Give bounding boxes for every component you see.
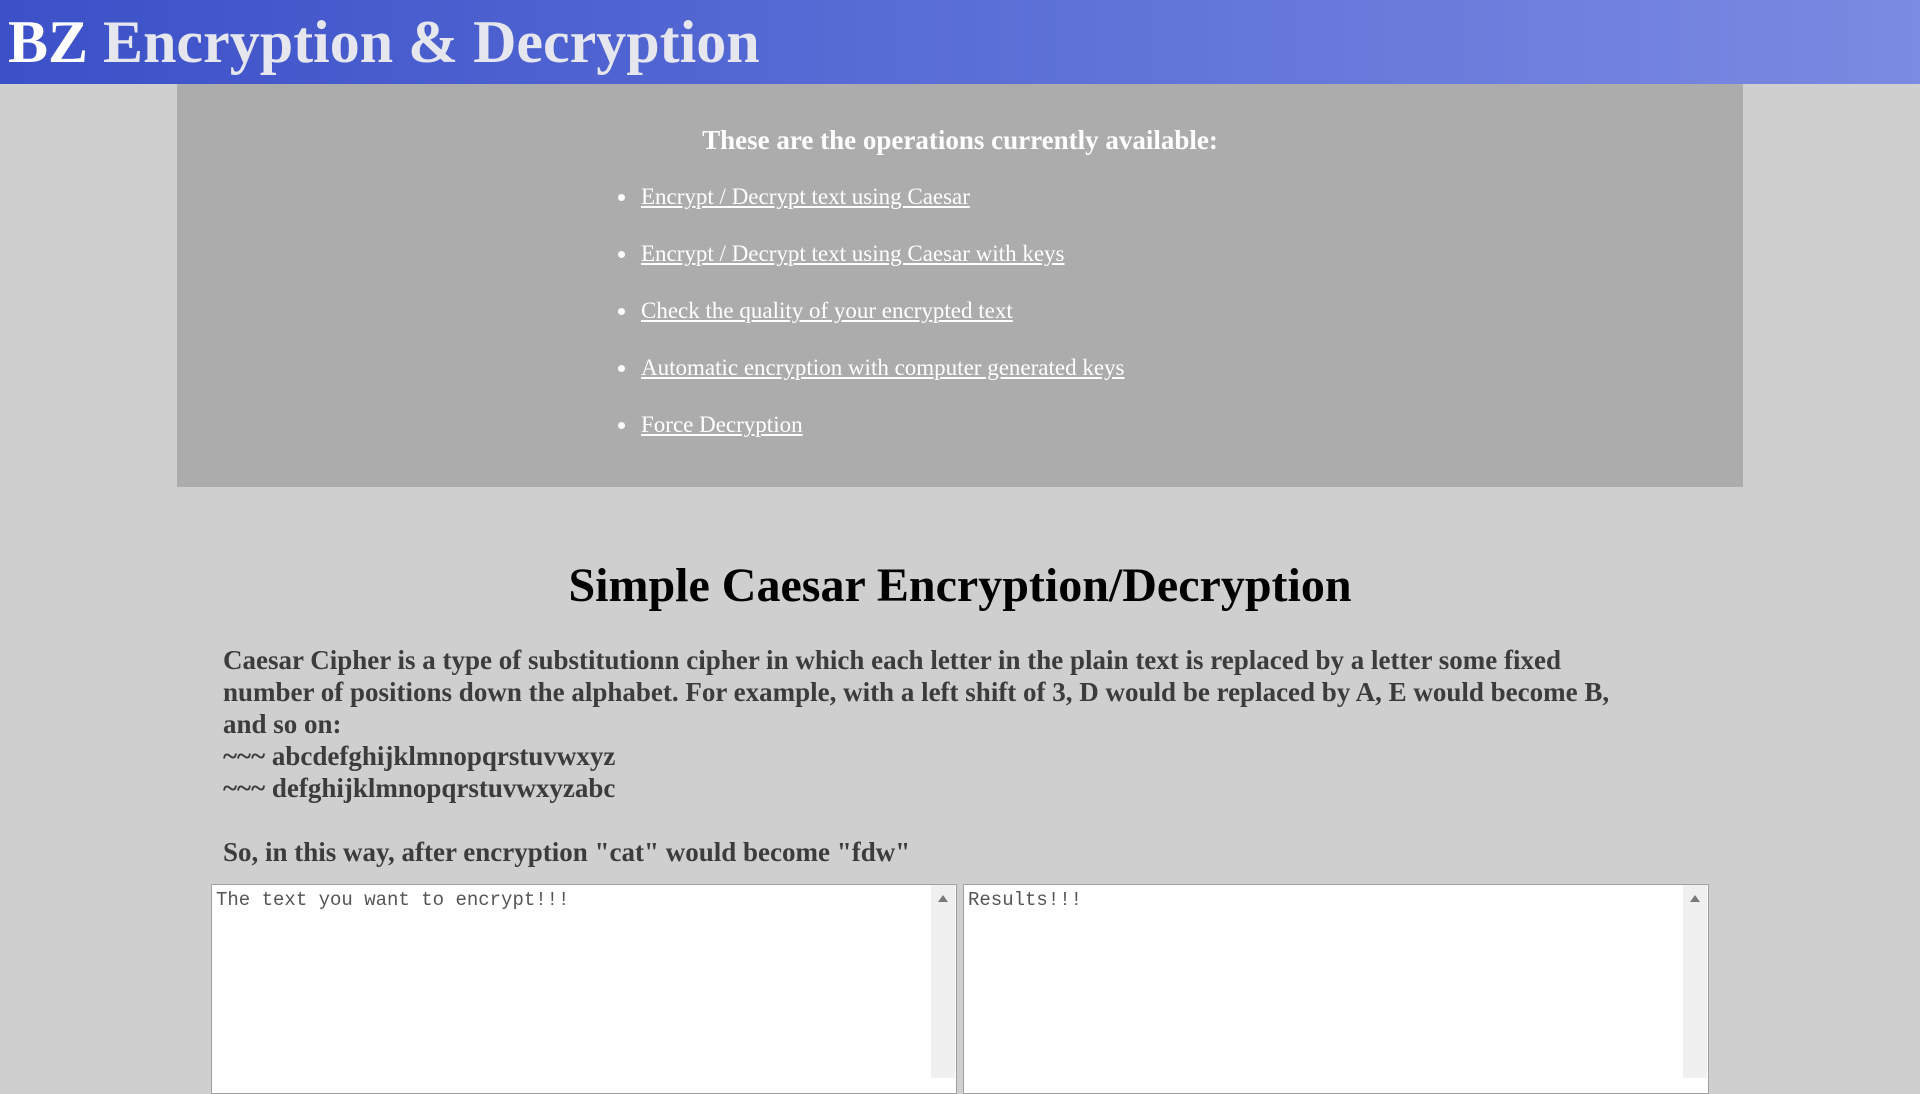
site-header: BZ Encryption & Decryption (0, 0, 1920, 84)
link-quality-check[interactable]: Check the quality of your encrypted text (641, 298, 1013, 323)
operations-list: Encrypt / Decrypt text using Caesar Encr… (618, 182, 1124, 467)
alphabet-plain: ~~~ abcdefghijklmnopqrstuvwxyz (223, 741, 616, 771)
list-item: Check the quality of your encrypted text (618, 296, 1124, 353)
description-line: and so on: (223, 709, 342, 739)
scroll-up-icon[interactable] (1690, 895, 1700, 902)
list-item: Force Decryption (618, 410, 1124, 467)
link-force-decryption[interactable]: Force Decryption (641, 412, 803, 437)
list-item: Automatic encryption with computer gener… (618, 353, 1124, 410)
description-line: number of positions down the alphabet. F… (223, 677, 1610, 707)
link-auto-encryption[interactable]: Automatic encryption with computer gener… (641, 355, 1124, 380)
input-scrollbar[interactable] (931, 885, 955, 1078)
list-item: Encrypt / Decrypt text using Caesar with… (618, 239, 1124, 296)
plaintext-input[interactable] (211, 884, 957, 1094)
output-scrollbar[interactable] (1683, 885, 1707, 1078)
link-caesar-keys[interactable]: Encrypt / Decrypt text using Caesar with… (641, 241, 1064, 266)
list-item: Encrypt / Decrypt text using Caesar (618, 182, 1124, 239)
description-line: Caesar Cipher is a type of substitutionn… (223, 645, 1561, 675)
operations-heading: These are the operations currently avail… (702, 125, 1218, 155)
link-caesar[interactable]: Encrypt / Decrypt text using Caesar (641, 184, 970, 209)
site-title-brand: BZ (8, 9, 89, 75)
cipher-description: Caesar Cipher is a type of substitutionn… (223, 644, 1703, 868)
example-text: So, in this way, after encryption "cat" … (223, 837, 911, 867)
scroll-up-icon[interactable] (938, 895, 948, 902)
operations-panel: These are the operations currently avail… (177, 84, 1743, 487)
result-output[interactable] (963, 884, 1709, 1094)
page-title: Simple Caesar Encryption/Decryption (568, 559, 1352, 612)
site-title: BZ Encryption & Decryption (8, 6, 760, 78)
site-title-text: Encryption & Decryption (103, 9, 760, 75)
description-spacer (223, 804, 1703, 836)
alphabet-shifted: ~~~ defghijklmnopqrstuvwxyzabc (223, 773, 616, 803)
